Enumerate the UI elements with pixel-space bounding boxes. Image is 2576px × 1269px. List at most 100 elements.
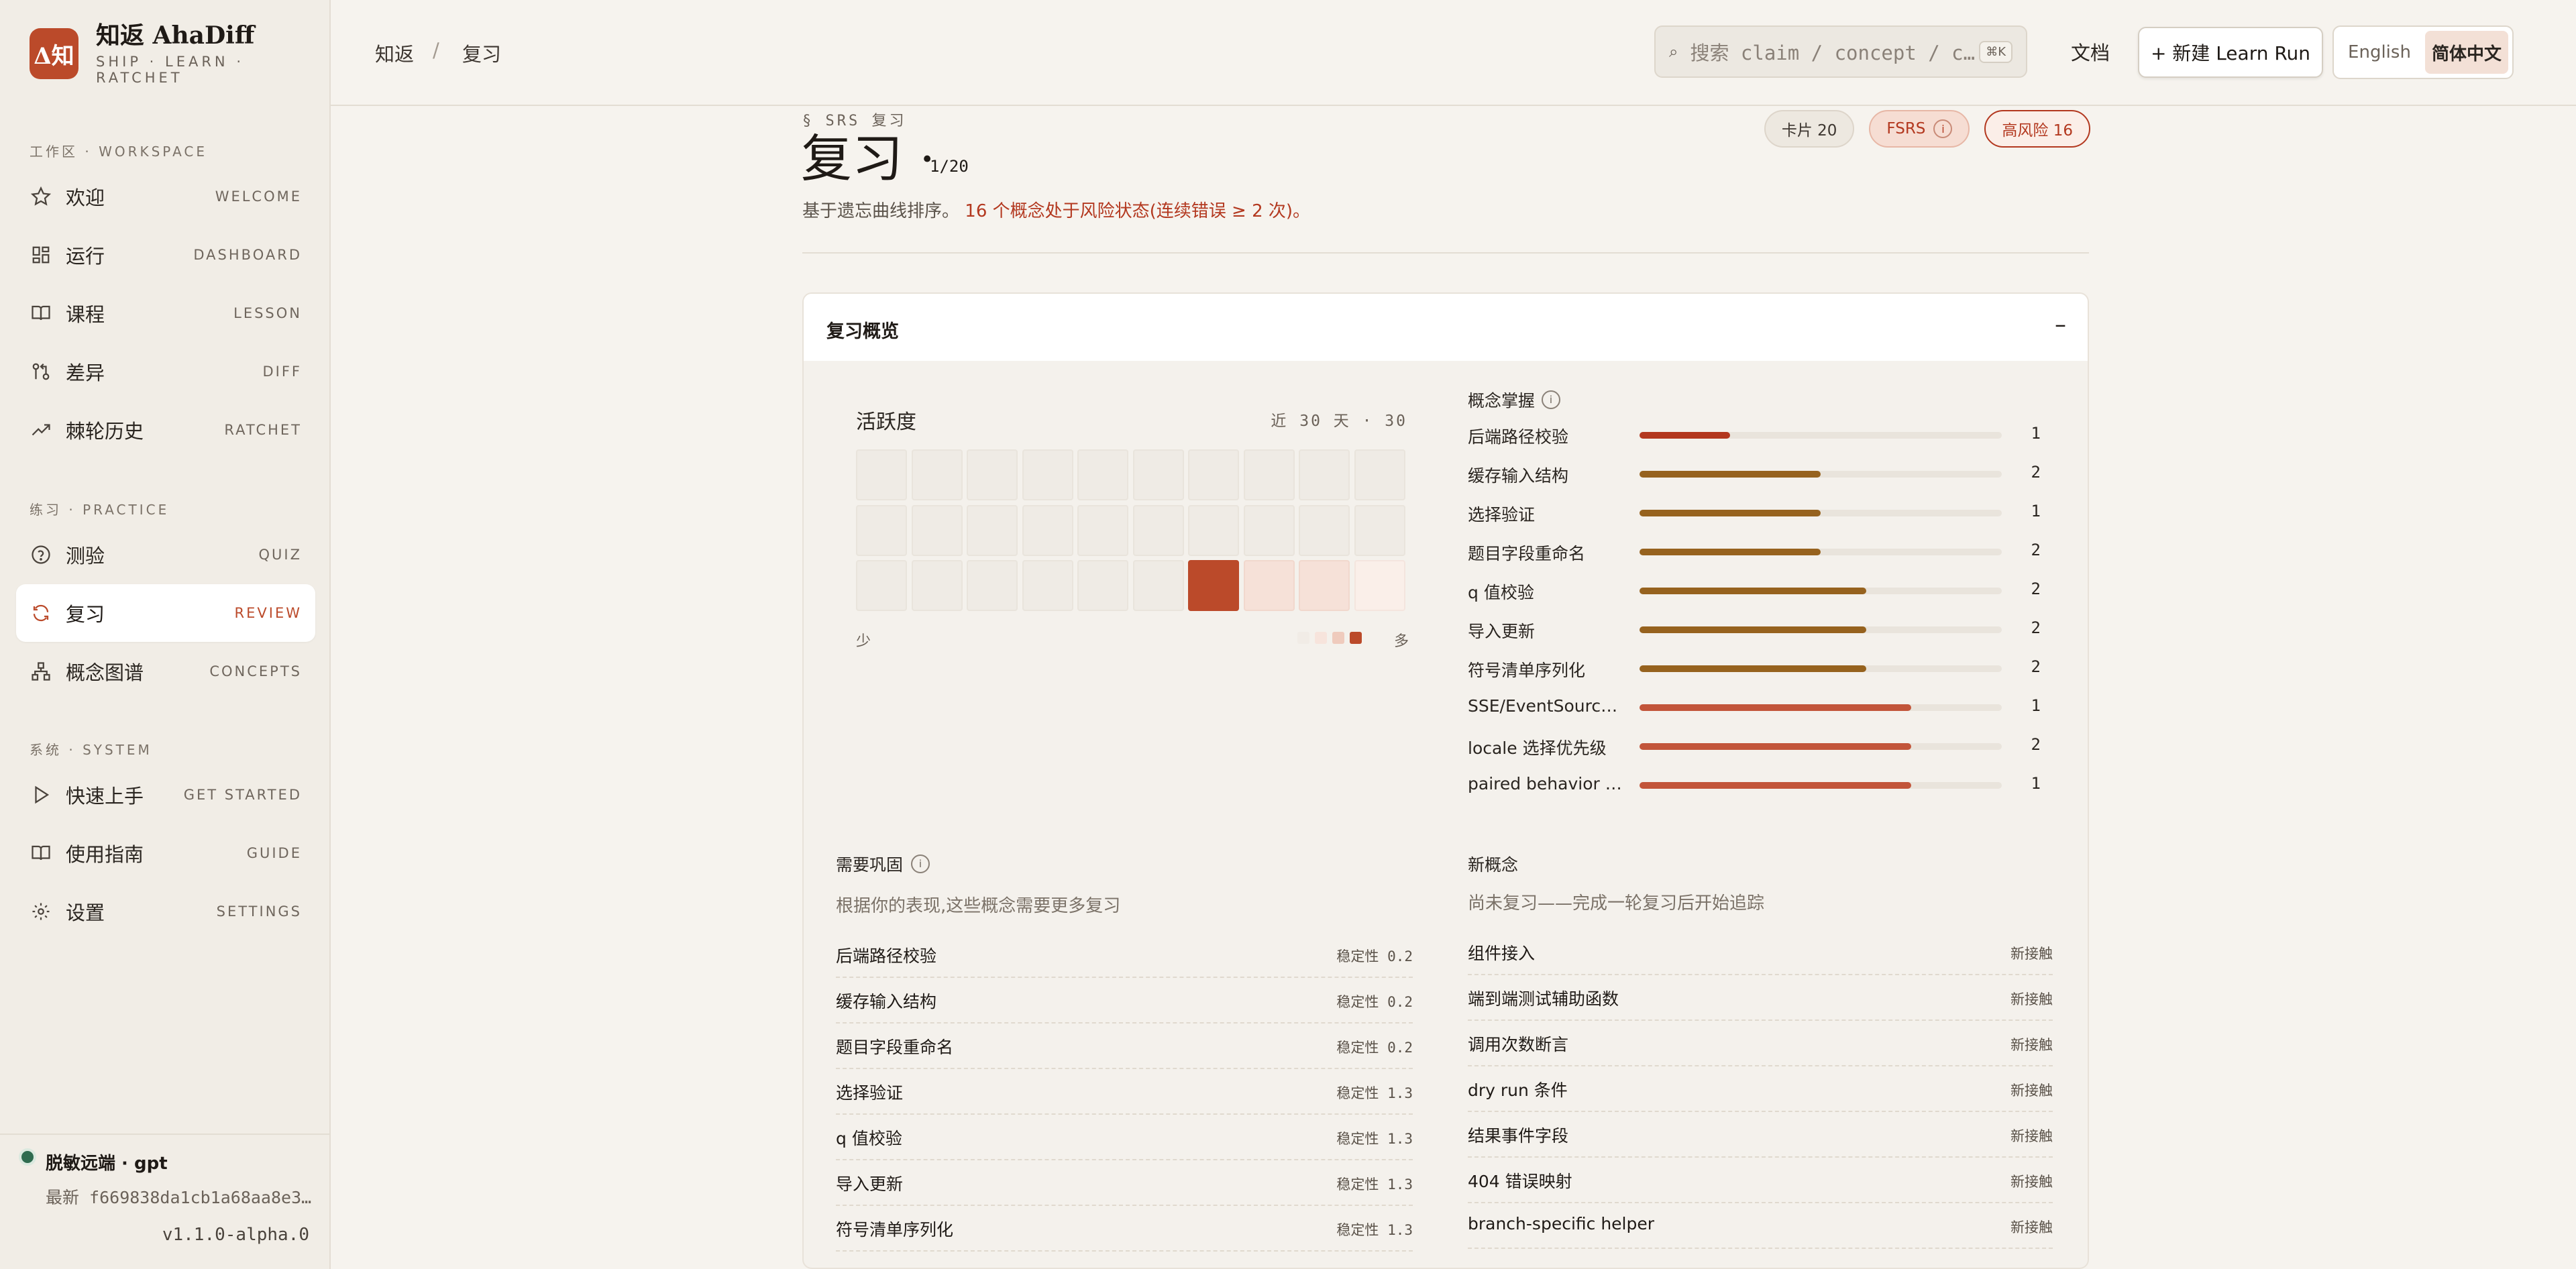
concept-meta: 新接触 xyxy=(2010,1037,2053,1053)
concept-meta: 稳定性 1.3 xyxy=(1336,1131,1413,1147)
graph-icon xyxy=(30,660,52,683)
mastery-row[interactable]: q 值校验 2 xyxy=(1468,577,2045,604)
heatmap-cell xyxy=(967,449,1018,500)
concept-meta: 稳定性 1.3 xyxy=(1336,1085,1413,1101)
sidebar-item-label: 差异 xyxy=(66,362,105,384)
list-item[interactable]: 导入更新 稳定性 1.3 xyxy=(836,1160,1413,1206)
list-item[interactable]: 端到端测试辅助函数 新接触 xyxy=(1468,975,2053,1021)
list-item[interactable]: branch-specific helper 新接触 xyxy=(1468,1203,2053,1249)
fsrs-chip[interactable]: FSRS i xyxy=(1869,110,1970,148)
subtitle-risk: 16 个概念处于风险状态(连续错误 ≥ 2 次)。 xyxy=(965,201,1311,221)
mastery-count: 2 xyxy=(2031,657,2041,676)
breadcrumb-separator: / xyxy=(433,39,439,62)
heatmap-cell xyxy=(1022,449,1073,500)
lang-option-english[interactable]: English xyxy=(2338,31,2421,74)
legend-level-0 xyxy=(1297,632,1309,644)
mastery-row[interactable]: paired behavior label 1 xyxy=(1468,771,2045,798)
sidebar-item-diff[interactable]: 差异 DIFF xyxy=(16,343,315,400)
brand[interactable]: Δ知 知返 AhaDiff SHIP · LEARN · RATCHET xyxy=(30,21,329,86)
sidebar-item-quiz[interactable]: 测验 QUIZ xyxy=(16,526,315,584)
concept-meta: 稳定性 1.3 xyxy=(1336,1222,1413,1238)
list-item[interactable]: 符号清单序列化 稳定性 1.3 xyxy=(836,1206,1413,1252)
divider xyxy=(802,252,2089,254)
card-header[interactable]: 复习概览 – xyxy=(804,294,2088,361)
mastery-row[interactable]: SSE/EventSource ... 1 xyxy=(1468,694,2045,720)
sidebar-item-concepts[interactable]: 概念图谱 CONCEPTS xyxy=(16,643,315,700)
section-label-practice: 练习 · PRACTICE xyxy=(30,502,170,518)
list-item[interactable]: 调用次数断言 新接触 xyxy=(1468,1021,2053,1066)
new-learn-run-button[interactable]: + 新建 Learn Run xyxy=(2138,27,2323,78)
legend-level-3 xyxy=(1350,632,1362,644)
list-item[interactable]: 结果事件字段 新接触 xyxy=(1468,1112,2053,1158)
refresh-icon xyxy=(30,602,52,624)
heatmap-cell xyxy=(1243,504,1295,556)
dashboard-icon xyxy=(30,243,52,266)
mastery-bar-track xyxy=(1640,665,2002,672)
mastery-row[interactable]: 缓存输入结构 2 xyxy=(1468,460,2045,487)
mastery-concept-name: SSE/EventSource ... xyxy=(1468,696,1622,716)
sidebar-item-key: CONCEPTS xyxy=(209,663,302,679)
sidebar-item-settings[interactable]: 设置 SETTINGS xyxy=(16,883,315,940)
list-item[interactable]: 组件接入 新接触 xyxy=(1468,930,2053,975)
search-input[interactable]: ⌕ 搜索 claim / concept / commit... ⌘K xyxy=(1654,25,2027,78)
info-icon[interactable]: i xyxy=(911,854,930,873)
heatmap-cell xyxy=(911,449,963,500)
concept-name: 结果事件字段 xyxy=(1468,1126,1569,1146)
mastery-row[interactable]: 符号清单序列化 2 xyxy=(1468,655,2045,681)
concept-meta: 稳定性 0.2 xyxy=(1336,994,1413,1010)
collapse-icon[interactable]: – xyxy=(2055,311,2066,338)
concept-meta: 新接触 xyxy=(2010,1219,2053,1235)
info-icon[interactable]: i xyxy=(1542,390,1561,409)
list-item[interactable]: dry run 条件 新接触 xyxy=(1468,1066,2053,1112)
heatmap-cell xyxy=(1354,504,1405,556)
sidebar-item-lesson[interactable]: 课程 LESSON xyxy=(16,284,315,342)
sidebar-item-label: 设置 xyxy=(66,901,105,924)
sidebar-item-label: 欢迎 xyxy=(66,186,105,209)
question-icon xyxy=(30,543,52,566)
mastery-count: 1 xyxy=(2031,696,2041,715)
mastery-row[interactable]: locale 选择优先级 2 xyxy=(1468,732,2045,759)
list-item[interactable]: 缓存输入结构 稳定性 0.2 xyxy=(836,978,1413,1024)
list-item[interactable]: 题目字段重命名 稳定性 0.2 xyxy=(836,1024,1413,1069)
sidebar-item-welcome[interactable]: 欢迎 WELCOME xyxy=(16,168,315,225)
diff-icon xyxy=(30,360,52,383)
sidebar-item-guide[interactable]: 使用指南 GUIDE xyxy=(16,824,315,882)
heatmap-cell xyxy=(1132,504,1184,556)
heatmap-cell xyxy=(1022,560,1073,611)
sidebar-item-key: QUIZ xyxy=(258,547,302,563)
new-concepts-title-text: 新概念 xyxy=(1468,855,1519,875)
heatmap-cell xyxy=(1299,504,1350,556)
repo-status[interactable]: 脱敏远端 · gpt 最新 f669838da1cb1a68aa8e343...… xyxy=(0,1134,331,1269)
concept-meta: 稳定性 0.2 xyxy=(1336,1040,1413,1056)
legend-level-2 xyxy=(1332,632,1344,644)
brand-logo: Δ知 xyxy=(30,28,78,79)
mastery-concept-name: q 值校验 xyxy=(1468,583,1534,602)
sidebar-item-dashboard[interactable]: 运行 DASHBOARD xyxy=(16,226,315,284)
list-item[interactable]: q 值校验 稳定性 1.3 xyxy=(836,1115,1413,1160)
sidebar-item-get-started[interactable]: 快速上手 GET STARTED xyxy=(16,766,315,824)
mastery-row[interactable]: 题目字段重命名 2 xyxy=(1468,538,2045,565)
section-label-workspace: 工作区 · WORKSPACE xyxy=(30,144,208,160)
sidebar-item-review[interactable]: 复习 REVIEW xyxy=(16,584,315,642)
heatmap-more-label: 多 xyxy=(1394,633,1409,650)
sidebar-item-label: 复习 xyxy=(66,603,105,626)
list-item[interactable]: 后端路径校验 稳定性 0.2 xyxy=(836,932,1413,978)
mastery-count: 2 xyxy=(2031,735,2041,754)
sidebar-item-key: DIFF xyxy=(262,364,302,380)
sidebar-item-ratchet[interactable]: 棘轮历史 RATCHET xyxy=(16,401,315,459)
high-risk-chip[interactable]: 高风险 16 xyxy=(1984,110,2090,148)
concept-meta: 新接触 xyxy=(2010,1174,2053,1190)
activity-range: 近 30 天 · 30 xyxy=(1271,412,1407,430)
review-overview-card: 复习概览 – 活跃度 近 30 天 · 30 少 多 概念掌握 i 后端路径校验… xyxy=(802,292,2089,1269)
mastery-row[interactable]: 选择验证 1 xyxy=(1468,499,2045,526)
heatmap-cell xyxy=(1077,449,1128,500)
lang-option-chinese[interactable]: 简体中文 xyxy=(2425,31,2508,74)
mastery-row[interactable]: 后端路径校验 1 xyxy=(1468,421,2045,448)
breadcrumb-home[interactable]: 知返 xyxy=(375,39,414,67)
list-item[interactable]: 404 错误映射 新接触 xyxy=(1468,1158,2053,1203)
list-item[interactable]: 选择验证 稳定性 1.3 xyxy=(836,1069,1413,1115)
mastery-bar-track xyxy=(1640,471,2002,478)
docs-link[interactable]: 文档 xyxy=(2071,38,2110,66)
mastery-bar-fill xyxy=(1640,665,1866,672)
mastery-row[interactable]: 导入更新 2 xyxy=(1468,616,2045,643)
